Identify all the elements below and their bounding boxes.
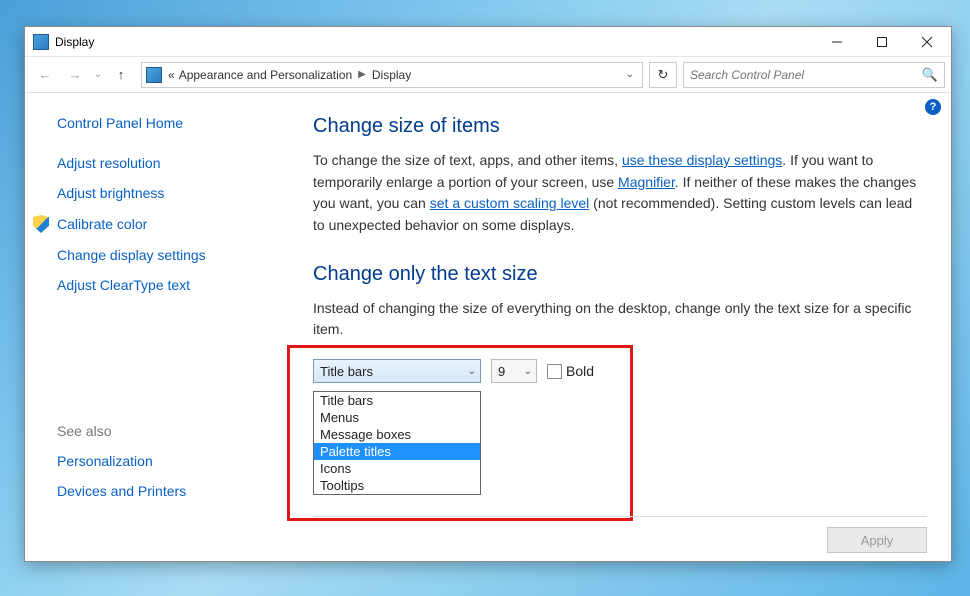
combobox-value: 9	[498, 364, 505, 379]
combobox-value: Title bars	[320, 364, 373, 379]
breadcrumb-segment[interactable]: Display	[372, 68, 411, 82]
item-dropdown-list[interactable]: Title bars Menus Message boxes Palette t…	[313, 391, 481, 495]
maximize-button[interactable]	[859, 28, 904, 56]
text-size-controls: Title bars ⌄ 9 ⌄ Bold	[313, 359, 927, 383]
back-button[interactable]: ←	[31, 61, 59, 89]
search-icon[interactable]: 🔍	[922, 67, 938, 83]
item-combobox[interactable]: Title bars ⌄	[313, 359, 481, 383]
see-also-personalization[interactable]: Personalization	[57, 453, 285, 469]
sidebar-item-resolution[interactable]: Adjust resolution	[57, 155, 285, 171]
breadcrumb: « Appearance and Personalization ▶ Displ…	[168, 68, 626, 82]
dropdown-option[interactable]: Icons	[314, 460, 480, 477]
window-title: Display	[55, 35, 814, 49]
chevron-right-icon: ▶	[356, 69, 368, 80]
breadcrumb-prefix: «	[168, 68, 175, 82]
search-input[interactable]	[690, 68, 922, 82]
main-panel: Change size of items To change the size …	[285, 93, 951, 561]
window-controls	[814, 28, 949, 56]
sidebar-item-display-settings[interactable]: Change display settings	[57, 247, 285, 263]
sidebar-item-brightness[interactable]: Adjust brightness	[57, 185, 285, 201]
apply-button[interactable]: Apply	[827, 527, 927, 553]
link-magnifier[interactable]: Magnifier	[618, 174, 675, 190]
dropdown-option[interactable]: Tooltips	[314, 477, 480, 494]
display-icon	[146, 67, 162, 83]
address-bar[interactable]: « Appearance and Personalization ▶ Displ…	[141, 62, 643, 88]
content-area: ? Control Panel Home Adjust resolution A…	[25, 93, 951, 561]
dropdown-option[interactable]: Menus	[314, 409, 480, 426]
sidebar-item-calibrate[interactable]: Calibrate color	[33, 215, 285, 233]
body-text-1: To change the size of text, apps, and ot…	[313, 150, 927, 237]
refresh-button[interactable]: ↻	[649, 62, 677, 88]
breadcrumb-segment[interactable]: Appearance and Personalization	[179, 68, 352, 82]
up-button[interactable]: ↑	[107, 61, 135, 89]
apply-row: Apply	[313, 516, 927, 553]
bold-checkbox-row[interactable]: Bold	[547, 363, 594, 379]
forward-button[interactable]: →	[61, 61, 89, 89]
display-window: Display ← → ⌄ ↑ « Appearance and Persona…	[24, 26, 952, 562]
bold-checkbox[interactable]	[547, 364, 562, 379]
chevron-down-icon: ⌄	[468, 366, 476, 377]
body-text-2: Instead of changing the size of everythi…	[313, 298, 927, 341]
sidebar: Control Panel Home Adjust resolution Adj…	[25, 93, 285, 561]
heading-change-size: Change size of items	[313, 115, 927, 138]
shield-icon	[33, 215, 49, 233]
bold-label: Bold	[566, 363, 594, 379]
history-chevron-icon[interactable]: ⌄	[91, 61, 105, 89]
chevron-down-icon[interactable]: ⌄	[626, 69, 638, 80]
heading-text-size: Change only the text size	[313, 263, 927, 286]
minimize-button[interactable]	[814, 28, 859, 56]
search-box[interactable]: 🔍	[683, 62, 945, 88]
see-also-heading: See also	[57, 423, 285, 439]
display-icon	[33, 34, 49, 50]
see-also-devices-printers[interactable]: Devices and Printers	[57, 483, 285, 499]
dropdown-option-selected[interactable]: Palette titles	[314, 443, 480, 460]
dropdown-option[interactable]: Title bars	[314, 392, 480, 409]
dropdown-option[interactable]: Message boxes	[314, 426, 480, 443]
sidebar-item-cleartype[interactable]: Adjust ClearType text	[57, 277, 285, 293]
size-combobox[interactable]: 9 ⌄	[491, 359, 537, 383]
sidebar-home-link[interactable]: Control Panel Home	[57, 115, 285, 131]
close-button[interactable]	[904, 28, 949, 56]
chevron-down-icon: ⌄	[524, 366, 532, 377]
sidebar-item-label: Calibrate color	[57, 216, 147, 232]
link-display-settings[interactable]: use these display settings	[622, 152, 782, 168]
titlebar: Display	[25, 27, 951, 57]
navbar: ← → ⌄ ↑ « Appearance and Personalization…	[25, 57, 951, 93]
link-custom-scaling[interactable]: set a custom scaling level	[430, 195, 590, 211]
